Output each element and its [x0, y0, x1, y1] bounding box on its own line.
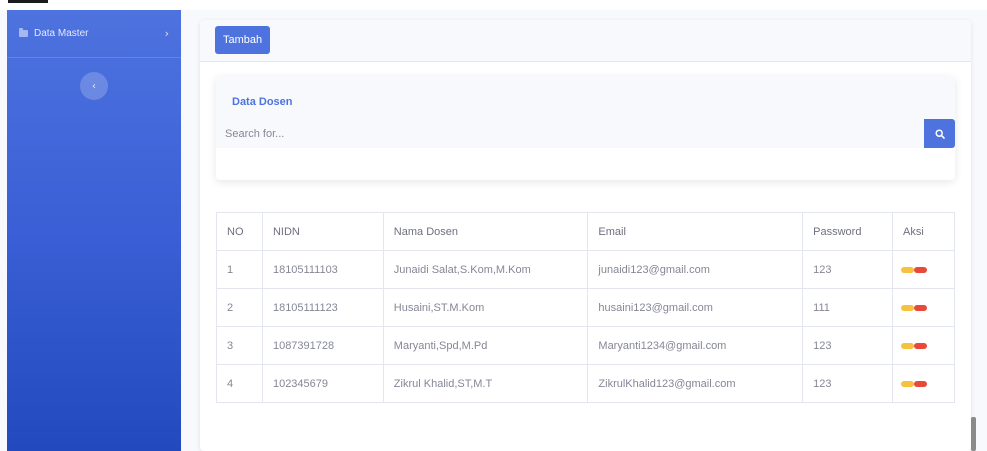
edit-icon[interactable]: [901, 342, 915, 349]
delete-icon[interactable]: [914, 266, 928, 273]
header-no: NO: [216, 212, 263, 251]
scrollbar-thumb[interactable]: [971, 417, 976, 451]
header-nidn: NIDN: [261, 212, 384, 251]
card-header: Tambah: [200, 20, 971, 62]
cell-no: 4: [216, 364, 263, 403]
table-row: 1 18105111103 Junaidi Salat,S.Kom,M.Kom …: [216, 250, 955, 289]
chevron-right-icon: ›: [164, 27, 169, 40]
search-bar: [216, 119, 955, 148]
search-button[interactable]: [924, 119, 955, 148]
cell-nidn: 18105111123: [261, 288, 384, 327]
cell-password: 123: [802, 250, 894, 289]
cell-actions: [892, 364, 955, 403]
header-nama-dosen: Nama Dosen: [382, 212, 589, 251]
cell-email: ZikrulKhalid123@gmail.com: [587, 364, 804, 403]
cell-password: 123: [802, 326, 894, 365]
table-row: 2 18105111123 Husaini,ST.M.Kom husaini12…: [216, 288, 955, 327]
cell-no: 1: [216, 250, 263, 289]
delete-icon[interactable]: [914, 304, 928, 311]
header-aksi: Aksi: [892, 212, 955, 251]
sidebar-item-label: Data Master: [34, 28, 89, 39]
header-email: Email: [587, 212, 804, 251]
sidebar-toggle-button[interactable]: ‹: [80, 72, 108, 100]
top-strip: [0, 0, 987, 10]
add-button[interactable]: Tambah: [215, 26, 271, 54]
dosen-table-wrapper: NO NIDN Nama Dosen Email Password Aksi 1…: [216, 212, 955, 403]
main-card: Tambah Data Dosen Search for... NO NIDN …: [200, 20, 971, 451]
edit-icon[interactable]: [901, 266, 915, 273]
dosen-table: NO NIDN Nama Dosen Email Password Aksi 1…: [216, 212, 955, 403]
cell-email: Maryanti1234@gmail.com: [587, 326, 804, 365]
delete-icon[interactable]: [914, 380, 928, 387]
cell-nama: Junaidi Salat,S.Kom,M.Kom: [382, 250, 589, 289]
cell-nama: Husaini,ST.M.Kom: [382, 288, 589, 327]
sidebar: Data Master › ‹: [7, 10, 181, 451]
search-input[interactable]: [216, 119, 924, 148]
table-row: 4 102345679 Zikrul Khalid,ST,M.T ZikrulK…: [216, 364, 955, 403]
cell-actions: [892, 250, 955, 289]
data-dosen-panel: Data Dosen: [216, 76, 955, 180]
header-password: Password: [802, 212, 894, 251]
sidebar-item-data-master[interactable]: Data Master ›: [7, 10, 181, 58]
edit-icon[interactable]: [901, 304, 915, 311]
edit-icon[interactable]: [901, 380, 915, 387]
cell-nama: Zikrul Khalid,ST,M.T: [382, 364, 589, 403]
cell-email: husaini123@gmail.com: [587, 288, 804, 327]
cell-no: 3: [216, 326, 263, 365]
top-mark: [8, 0, 48, 3]
panel-title: Data Dosen: [232, 96, 293, 108]
cell-password: 123: [802, 364, 894, 403]
delete-icon[interactable]: [914, 342, 928, 349]
table-row: 3 1087391728 Maryanti,Spd,M.Pd Maryanti1…: [216, 326, 955, 365]
cell-nidn: 102345679: [261, 364, 384, 403]
table-header-row: NO NIDN Nama Dosen Email Password Aksi: [216, 212, 955, 251]
search-icon: [934, 128, 945, 139]
panel-header: Data Dosen: [216, 76, 955, 119]
cell-nidn: 1087391728: [261, 326, 384, 365]
cell-email: junaidi123@gmail.com: [587, 250, 804, 289]
folder-icon: [19, 28, 28, 37]
cell-no: 2: [216, 288, 263, 327]
cell-actions: [892, 326, 955, 365]
cell-nidn: 18105111103: [261, 250, 384, 289]
cell-actions: [892, 288, 955, 327]
cell-nama: Maryanti,Spd,M.Pd: [382, 326, 589, 365]
cell-password: 111: [802, 288, 894, 327]
